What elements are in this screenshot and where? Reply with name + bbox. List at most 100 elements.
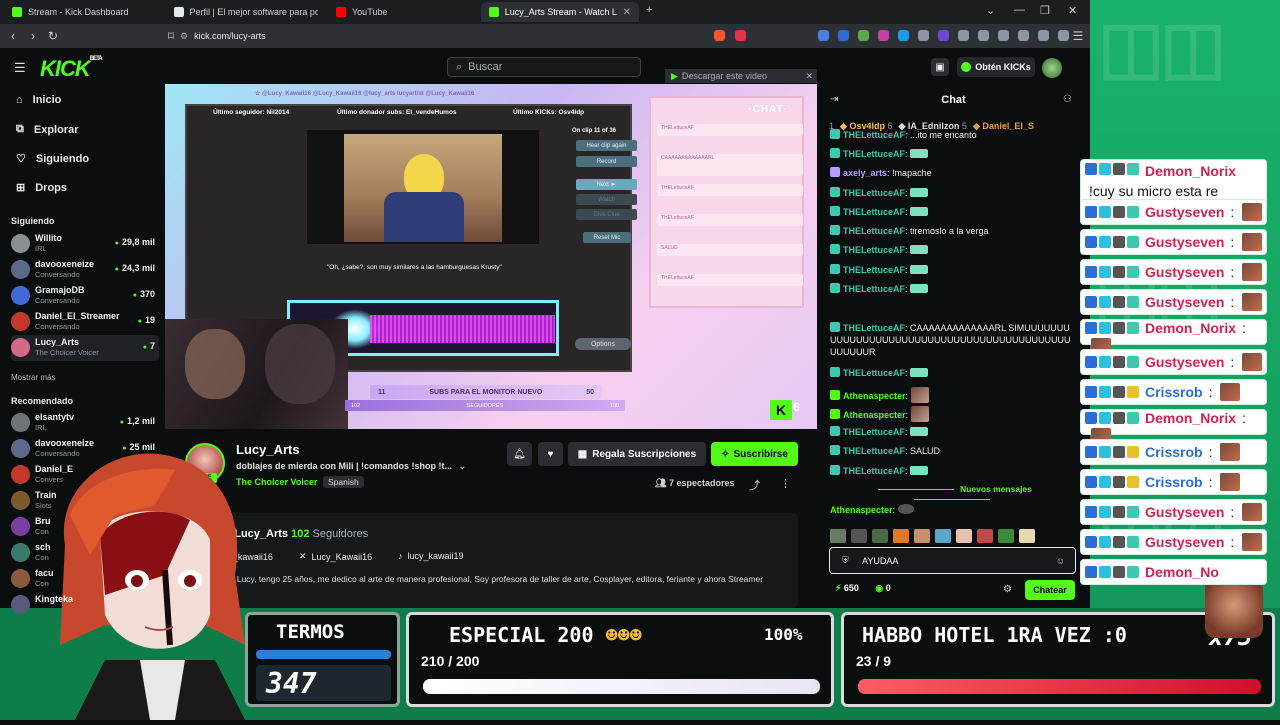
browser-tab-dashboard[interactable]: Stream - Kick Dashboard xyxy=(4,2,164,22)
chat-username[interactable]: THELettuceAF xyxy=(843,245,905,255)
emote-icon[interactable] xyxy=(830,529,846,543)
hamburger-menu-icon[interactable]: ☰ xyxy=(14,60,26,76)
chat-username[interactable]: axely_arts xyxy=(843,168,887,178)
forward-icon[interactable]: › xyxy=(23,29,43,43)
emote-icon[interactable] xyxy=(851,529,867,543)
chat-users-icon[interactable]: ⚇ xyxy=(1063,94,1072,105)
sidebar-channel-item[interactable]: Daniel_E Convers xyxy=(11,462,159,488)
browser-tab-perfil[interactable]: Perfil | El mejor software para potenc xyxy=(166,2,326,22)
browser-tab-lucy-arts[interactable]: Lucy_Arts Stream - Watch Live ✕ xyxy=(481,2,639,22)
video-player[interactable]: ☆ @Lucy_Kawaii16 @Lucy_Kawaii16 @lucy_ar… xyxy=(165,84,817,429)
emote-icon[interactable] xyxy=(1019,529,1035,543)
emoji-picker-icon[interactable]: ☺ xyxy=(1056,556,1065,566)
brave-shield-icon[interactable] xyxy=(714,30,725,41)
extension-icon[interactable] xyxy=(838,30,849,41)
puzzle-icon[interactable] xyxy=(958,30,969,41)
new-tab-icon[interactable]: + xyxy=(646,4,652,16)
tv-icon[interactable]: ▣ xyxy=(931,58,949,76)
sidebar-item-inicio[interactable]: ⌂ Inicio xyxy=(16,94,61,106)
sidebar-item-explorar[interactable]: ⧉ Explorar xyxy=(16,123,79,136)
sidebar-channel-item[interactable]: facu Con xyxy=(11,566,159,592)
extension-icon[interactable] xyxy=(878,30,889,41)
share-icon[interactable] xyxy=(978,30,989,41)
record-button[interactable]: Record xyxy=(576,156,637,167)
sidebar-channel-item[interactable]: Bru Con xyxy=(11,514,159,540)
extension-icon[interactable] xyxy=(918,30,929,41)
chat-username[interactable]: THELettuceAF xyxy=(843,265,905,275)
sidebar-channel-item[interactable]: GramajoDBConversando 370 xyxy=(11,283,159,309)
get-kicks-button[interactable]: Obtén KICKs xyxy=(957,57,1035,77)
emote-icon[interactable] xyxy=(977,529,993,543)
sidebar-channel-item[interactable]: WillitoIRL 29,8 mil xyxy=(11,231,159,257)
chat-username[interactable]: THELettuceAF xyxy=(843,226,905,236)
reset-mic-button[interactable]: Reset Mic xyxy=(583,232,631,243)
options-button[interactable]: Options xyxy=(575,338,631,350)
chevron-down-icon[interactable]: ⌄ xyxy=(459,461,467,471)
translate-icon[interactable] xyxy=(818,30,829,41)
chat-username[interactable]: THELettuceAF xyxy=(843,446,905,456)
share-icon[interactable]: ⤴ xyxy=(749,477,760,493)
sidebar-channel-item[interactable]: davooxeneizeConversando 24,3 mil xyxy=(11,257,159,283)
chat-username[interactable]: THELettuceAF xyxy=(843,130,905,140)
follow-heart-button[interactable]: ♥ xyxy=(538,442,563,466)
browser-tab-youtube[interactable]: YouTube xyxy=(328,2,478,22)
reload-icon[interactable]: ↻ xyxy=(43,29,63,43)
new-messages-divider[interactable]: Nuevos mensajes xyxy=(830,484,1074,504)
hear-clip-again-button[interactable]: Hear clip again xyxy=(576,140,637,151)
sidebar-toggle-icon[interactable] xyxy=(998,30,1009,41)
chat-username[interactable]: THELettuceAF xyxy=(843,284,905,294)
sidebar-item-siguiendo[interactable]: ♡ Siguiendo xyxy=(16,152,89,166)
chat-settings-icon[interactable]: ⚙ xyxy=(1003,584,1012,595)
emote-icon[interactable] xyxy=(893,529,909,543)
subscribe-button[interactable]: ✧ Suscribirse xyxy=(711,442,798,466)
emote-icon[interactable] xyxy=(914,529,930,543)
chat-input[interactable]: ⛨ AYUDAA ☺ xyxy=(829,547,1076,574)
emote-icon[interactable] xyxy=(956,529,972,543)
close-tab-icon[interactable]: ✕ xyxy=(623,7,631,18)
chat-username[interactable]: THELettuceAF xyxy=(843,323,905,333)
chat-send-button[interactable]: Chatear xyxy=(1025,580,1075,600)
chat-username[interactable]: THELettuceAF xyxy=(843,368,905,378)
extension-icon[interactable] xyxy=(858,30,869,41)
wallet-icon[interactable] xyxy=(1018,30,1029,41)
close-icon[interactable]: ✕ xyxy=(805,71,813,82)
channel-points[interactable]: 650 xyxy=(844,583,859,593)
search-input[interactable]: ⌕ Buscar xyxy=(447,57,641,77)
minimize-icon[interactable]: — xyxy=(1014,4,1025,16)
gift-subs-button[interactable]: ▦ Regala Suscripciones xyxy=(568,442,706,466)
chat-username[interactable]: THELettuceAF xyxy=(843,427,905,437)
sidebar-channel-item[interactable]: elsantytvIRL 1,2 mil xyxy=(11,410,159,436)
maximize-icon[interactable]: ❐ xyxy=(1040,4,1050,17)
tab-search-icon[interactable]: ⌄ xyxy=(986,4,995,17)
chat-username[interactable]: Athenaspecter xyxy=(843,391,906,401)
extension-icon[interactable] xyxy=(898,30,909,41)
chat-username[interactable]: THELettuceAF xyxy=(843,207,905,217)
sidebar-item-drops[interactable]: ⊞ Drops xyxy=(16,181,67,195)
next-button[interactable]: Next ► xyxy=(576,179,637,190)
kick-logo[interactable]: KICKBETA xyxy=(40,56,103,82)
kicks-balance[interactable]: 0 xyxy=(886,583,891,593)
watch-button[interactable]: Watch xyxy=(576,194,637,205)
emote-icon[interactable] xyxy=(935,529,951,543)
menu-icon[interactable]: ☰ xyxy=(1068,29,1088,43)
download-video-bar[interactable]: ▶ Descargar este video ✕ xyxy=(665,69,817,83)
chat-username[interactable]: THELettuceAF xyxy=(843,149,905,159)
extension-icon[interactable] xyxy=(938,30,949,41)
sidebar-channel-item[interactable]: davooxeneizeConversando 25 mil xyxy=(11,436,159,462)
sidebar-channel-item[interactable]: Lucy_ArtsThe Choicer Voicer 7 xyxy=(11,335,159,361)
social-link-tiktok[interactable]: ♪ lucy_kawaii19 xyxy=(398,551,464,561)
give-clue-button[interactable]: Give Clue xyxy=(576,209,637,220)
sidebar-channel-item[interactable]: Daniel_El_StreamerConversando 19 xyxy=(11,309,159,335)
user-avatar[interactable] xyxy=(1042,58,1062,78)
vpn-icon[interactable] xyxy=(1038,30,1049,41)
language-tag[interactable]: Spanish xyxy=(323,476,364,488)
back-icon[interactable]: ‹ xyxy=(3,29,23,43)
chat-username[interactable]: THELettuceAF xyxy=(843,188,905,198)
url-field[interactable]: ⚙ kick.com/lucy-arts xyxy=(180,28,750,44)
chat-username[interactable]: THELettuceAF xyxy=(843,466,905,476)
close-window-icon[interactable]: ✕ xyxy=(1068,4,1077,17)
sidebar-channel-item[interactable]: Train Slots xyxy=(11,488,159,514)
sidebar-channel-item[interactable]: sch Con xyxy=(11,540,159,566)
chat-username[interactable]: Athenaspecter xyxy=(843,410,906,420)
notification-bell-button[interactable]: 🔔︎ xyxy=(507,442,532,466)
